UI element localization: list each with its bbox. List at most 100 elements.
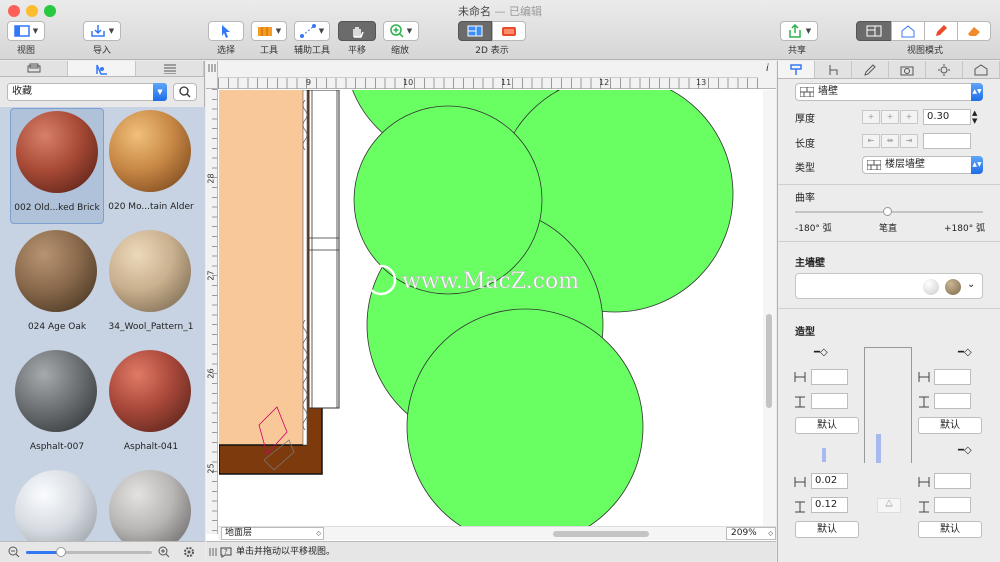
curvature-slider[interactable] — [795, 207, 983, 216]
left-top-height-field[interactable] — [811, 393, 848, 409]
search-icon — [179, 86, 191, 98]
right-top-height-field[interactable] — [934, 393, 971, 409]
left-bottom-default-button[interactable]: 默认 — [795, 521, 859, 538]
curve-min-label: -180° 弧 — [795, 224, 832, 234]
tab-camera[interactable] — [889, 61, 926, 78]
chevron-down-icon: ▼ — [318, 27, 325, 35]
right-profile-select[interactable]: ━◇ — [958, 347, 972, 358]
tab-materials[interactable] — [68, 61, 136, 76]
tools-button[interactable]: ▼ — [251, 21, 287, 41]
wall-kind-select[interactable]: 楼层墙壁 ▲▼ — [862, 156, 983, 174]
horizontal-scrollbar-row: 地面层 ◇ 209% ◇ — [218, 526, 776, 540]
right-top-width-field[interactable] — [934, 369, 971, 385]
select-tool-button[interactable] — [208, 21, 244, 41]
tab-furniture[interactable] — [0, 61, 68, 76]
slider-knob[interactable] — [56, 547, 66, 557]
scroll-thumb[interactable] — [553, 531, 649, 537]
material-swatch-stone[interactable] — [945, 279, 961, 295]
right-bottom-profile-select[interactable]: ━◇ — [958, 445, 972, 456]
category-select[interactable]: 收藏 ▼ — [7, 83, 167, 101]
tab-list[interactable] — [136, 61, 204, 76]
length-field[interactable] — [923, 133, 971, 149]
material-item[interactable] — [10, 468, 104, 541]
height-icon — [795, 501, 805, 513]
material-swatch-white[interactable] — [923, 279, 939, 295]
thickness-field[interactable]: 0.30 — [923, 109, 971, 125]
tab-furniture[interactable] — [815, 61, 852, 78]
list-icon — [163, 64, 176, 74]
material-item[interactable]: 024 Age Oak — [10, 228, 104, 344]
search-button[interactable] — [173, 83, 197, 101]
aux-tools-button[interactable]: ▼ — [294, 21, 330, 41]
zoom-label: 缩放 — [390, 46, 409, 56]
floor-plan-drawing[interactable]: www.MacZ.com — [219, 90, 764, 526]
view-mode-edit-button[interactable] — [924, 21, 958, 41]
object-type-select[interactable]: 墙壁 ▲▼ — [795, 83, 983, 101]
material-item[interactable]: 34_Wool_Pattern_1 — [104, 228, 198, 344]
left-bottom-width-field[interactable]: 0.02 — [811, 473, 848, 489]
length-right-button[interactable]: ⇥ — [900, 134, 918, 148]
align-inner-button[interactable]: + — [881, 110, 899, 124]
material-label: 34_Wool_Pattern_1 — [108, 322, 194, 332]
room-floor[interactable] — [219, 90, 304, 445]
zoom-select[interactable]: 209% ◇ — [726, 527, 776, 540]
tab-object[interactable] — [778, 61, 815, 78]
material-item[interactable]: Asphalt-041 — [104, 348, 198, 464]
plan-canvas[interactable]: 9 10 11 12 13 i 28 27 26 25 www.MacZ.com… — [206, 61, 776, 562]
symmetry-button[interactable]: ⧋ — [877, 498, 901, 513]
view-mode-3d-button[interactable] — [891, 21, 925, 41]
material-item[interactable] — [104, 468, 198, 541]
view-mode-material-button[interactable] — [957, 21, 991, 41]
thumbnail-size-slider[interactable] — [26, 547, 152, 557]
right-bottom-default-button[interactable]: 默认 — [918, 521, 982, 538]
category-value: 收藏 — [12, 86, 32, 97]
view-button[interactable]: ▼ — [7, 21, 45, 41]
material-brick-preview — [16, 111, 98, 193]
door-frame[interactable] — [308, 90, 340, 409]
share-button[interactable]: ▼ — [780, 21, 818, 41]
right-bottom-height-field[interactable] — [934, 497, 971, 513]
tab-light[interactable] — [926, 61, 963, 78]
material-item[interactable]: Asphalt-007 — [10, 348, 104, 464]
material-asphalt-red-preview — [109, 350, 191, 432]
main-wall-material-well[interactable]: ⌄ — [795, 273, 983, 299]
zoom-button[interactable]: ▼ — [383, 21, 419, 41]
left-top-width-field[interactable] — [811, 369, 848, 385]
info-icon[interactable]: i — [766, 63, 769, 74]
material-item[interactable]: 020 Mo...tain Alder — [104, 108, 198, 224]
plan-2d-button[interactable] — [458, 21, 492, 41]
left-default-button[interactable]: 默认 — [795, 417, 859, 434]
tab-style[interactable] — [852, 61, 889, 78]
pan-button[interactable] — [338, 21, 376, 41]
main-wall-heading: 主墙壁 — [795, 258, 825, 269]
left-profile-select[interactable]: ━◇ — [814, 347, 828, 358]
wall-icon — [867, 160, 881, 170]
object-2d-button[interactable] — [492, 21, 526, 41]
view-mode-plan-button[interactable] — [856, 21, 892, 41]
align-outer-button[interactable]: + — [900, 110, 918, 124]
floor-select[interactable]: 地面层 ◇ — [221, 527, 324, 540]
status-text: 单击并拖动以平移视图。 — [236, 547, 336, 557]
length-both-button[interactable]: ⇹ — [881, 134, 899, 148]
help-icon[interactable]: ? — [220, 546, 232, 558]
right-bottom-width-field[interactable] — [934, 473, 971, 489]
length-left-button[interactable]: ⇤ — [862, 134, 880, 148]
thickness-stepper[interactable]: ▲ ▼ — [972, 109, 977, 125]
left-bottom-height-field[interactable]: 0.12 — [811, 497, 848, 513]
right-default-button[interactable]: 默认 — [918, 417, 982, 434]
chevron-down-icon: ▼ — [108, 27, 115, 35]
material-item[interactable]: 002 Old...ked Brick — [10, 108, 104, 224]
material-label: 020 Mo...tain Alder — [108, 202, 194, 212]
house-3d-icon — [901, 25, 915, 38]
left-bottom-width-value: 0.02 — [815, 475, 838, 486]
zoom-in-icon[interactable] — [158, 546, 170, 558]
slider-knob[interactable] — [883, 207, 892, 216]
import-button[interactable]: ▼ — [83, 21, 121, 41]
zoom-out-icon[interactable] — [8, 546, 20, 558]
gear-icon[interactable] — [182, 545, 196, 559]
wall-kind-value: 楼层墙壁 — [885, 159, 925, 170]
tab-building[interactable] — [963, 61, 1000, 78]
vertical-scrollbar[interactable] — [763, 90, 776, 526]
scroll-thumb[interactable] — [766, 314, 772, 408]
align-center-button[interactable]: + — [862, 110, 880, 124]
